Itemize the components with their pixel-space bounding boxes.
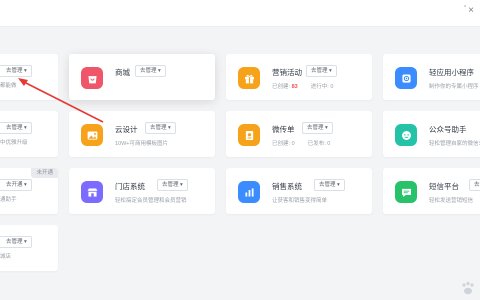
app-card-cloud-design[interactable]: 云设计 去管理 ▾ 10W+可商用模板图片 [69, 111, 215, 157]
app-card-sales-system[interactable]: 销售系统 去管理 ▾ 让获客和销售变得简单 [226, 168, 372, 214]
app-card-left-2[interactable]: 去管理 ▾ 中优雅升级 [0, 111, 58, 157]
shop-bag-icon [81, 67, 103, 89]
app-card-sms-platform[interactable]: 短信平台 去管理 ▾ 轻松发送营销短信 [383, 168, 480, 214]
card-desc: 制作你的专属小程序 [429, 84, 479, 90]
card-title: 门店系统 [115, 182, 145, 191]
running-label: 进行中: [310, 84, 329, 90]
app-card-marketing[interactable]: 营销活动 去管理 ▾ 已创建: 83 进行中: 0 [226, 54, 372, 100]
created-count: 0 [291, 141, 295, 147]
activate-button[interactable]: 去开通 ▾ [0, 179, 32, 191]
card-desc: 轻松管理自家的微信公众号 [429, 141, 480, 147]
not-activated-badge: 未开通 [31, 168, 58, 178]
manage-button[interactable]: 去管理 ▾ [314, 179, 345, 191]
card-title: 云设计 [115, 125, 138, 134]
card-desc: 10W+可商用模板图片 [115, 141, 169, 147]
manage-button[interactable]: 去管理 ▾ [145, 122, 176, 134]
gift-icon [238, 67, 260, 89]
card-title: 营销活动 [272, 68, 302, 77]
assistant-icon [395, 124, 417, 146]
created-count: 83 [291, 84, 298, 90]
app-card-mall[interactable]: 商城 去管理 ▾ [69, 54, 215, 100]
manage-button[interactable]: 去管理 ▾ [306, 65, 337, 77]
bar-chart-icon [238, 181, 260, 203]
app-card-store-system[interactable]: 门店系统 去管理 ▾ 轻松搞定会员管理和会员营销 [69, 168, 215, 214]
card-desc: 通助手 [0, 197, 17, 203]
app-card-miniapp[interactable]: 轻应用小程序 制作你的专属小程序 [383, 54, 480, 100]
leaflet-icon [238, 124, 260, 146]
card-desc: 中优雅升级 [0, 140, 28, 146]
card-stats: 已创建: 0 已发布: 0 [272, 139, 330, 147]
app-card-left-1[interactable]: 去管理 ▾ 都能做 [0, 54, 58, 100]
close-icon[interactable]: × [464, 5, 474, 16]
store-icon [81, 181, 103, 203]
manage-button[interactable]: 去管理 ▾ [0, 236, 32, 248]
card-title: 轻应用小程序 [429, 68, 474, 77]
card-desc: 城店 [0, 254, 12, 260]
watermark-logo-icon [462, 281, 474, 295]
created-label: 已创建: [272, 84, 291, 90]
manage-button[interactable]: 去管理 ▾ [135, 65, 166, 77]
miniapp-icon [395, 67, 417, 89]
image-icon [81, 124, 103, 146]
manage-button[interactable]: 去管理 ▾ [0, 65, 32, 77]
card-stats: 已创建: 83 进行中: 0 [272, 82, 333, 90]
card-desc: 让获客和销售变得简单 [272, 198, 328, 204]
app-card-official-assistant[interactable]: 公众号助手 轻松管理自家的微信公众号 [383, 111, 480, 157]
card-title: 商城 [115, 68, 130, 77]
manage-button[interactable]: 去管理 ▾ [0, 122, 32, 134]
app-card-left-3[interactable]: 去开通 ▾ 通助手 未开通 [0, 168, 58, 214]
manage-button[interactable]: 去管理 ▾ [157, 179, 188, 191]
manage-button[interactable]: 去管理 ▾ [302, 122, 333, 134]
published-count: 0 [327, 141, 331, 147]
manage-button[interactable]: 去管理 ▾ [469, 179, 480, 191]
published-label: 已发布: [307, 141, 326, 147]
card-desc: 都能做 [0, 83, 17, 89]
running-count: 0 [330, 84, 334, 90]
card-title: 公众号助手 [429, 125, 467, 134]
sms-icon [395, 181, 417, 203]
app-card-weidan[interactable]: 微传单 去管理 ▾ 已创建: 0 已发布: 0 [226, 111, 372, 157]
card-title: 微传单 [272, 125, 295, 134]
created-label: 已创建: [272, 141, 291, 147]
card-title: 销售系统 [272, 182, 302, 191]
card-title: 短信平台 [429, 182, 459, 191]
card-desc: 轻松发送营销短信 [429, 198, 474, 204]
top-bar: × [0, 0, 480, 27]
card-desc: 轻松搞定会员管理和会员营销 [115, 198, 187, 204]
app-card-left-4[interactable]: 去管理 ▾ 城店 [0, 225, 58, 271]
